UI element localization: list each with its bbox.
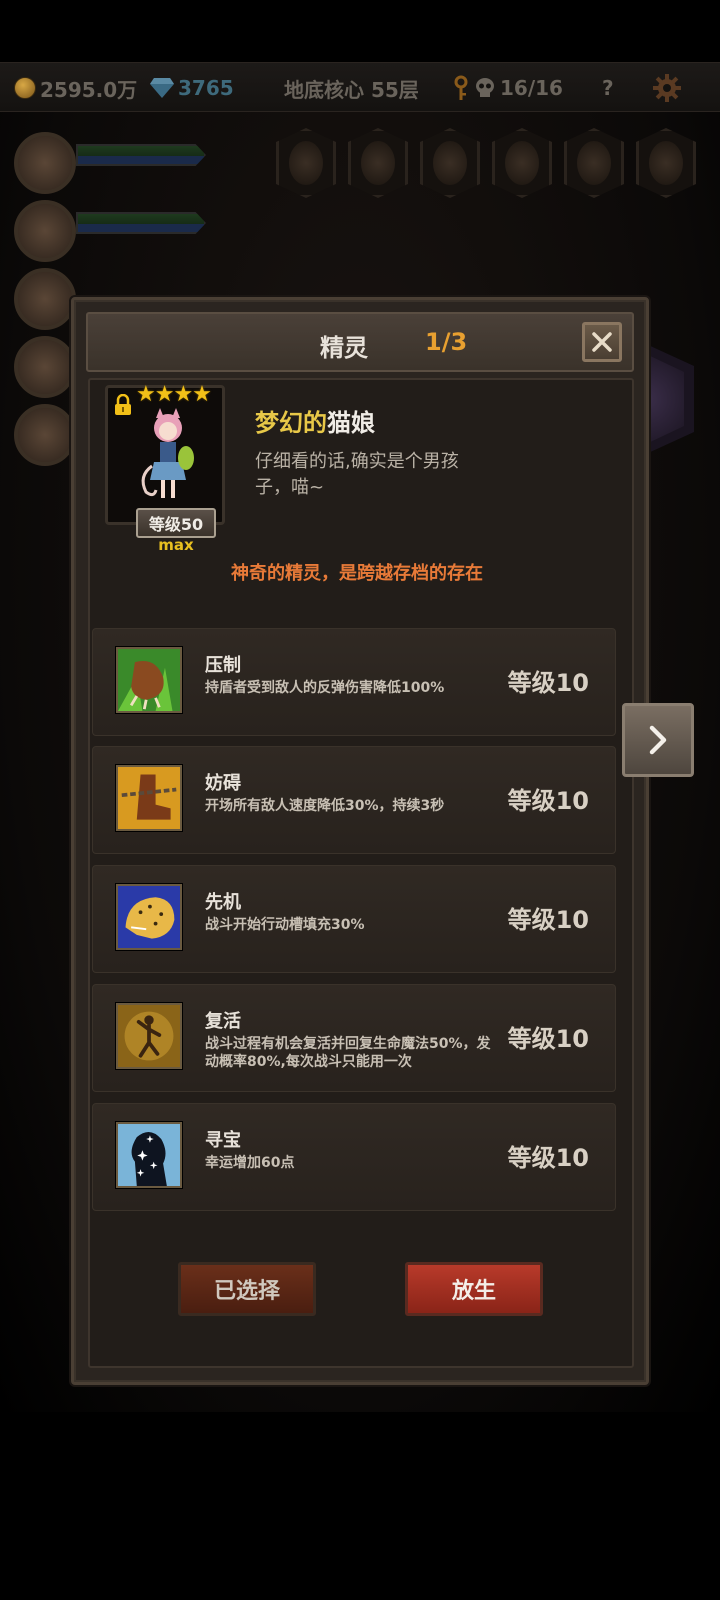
gold-value: 2595.0万 [40, 77, 138, 102]
selected-button[interactable]: 已选择 [178, 1262, 316, 1316]
gem-value: 3765 [178, 76, 234, 100]
chained-boot-icon [116, 765, 182, 831]
modal-header: 精灵 1/3 [86, 312, 634, 372]
skill-name: 压制 [205, 655, 241, 676]
pet-level-badge: 等级50 [136, 508, 216, 538]
pet-name-prefix: 梦幻的 [255, 409, 327, 437]
chevron-right-icon [649, 725, 667, 755]
coin-icon [14, 77, 36, 99]
skill-level: 等级10 [507, 1025, 589, 1053]
gold-counter: 2595.0万 [14, 63, 137, 113]
hero-1-health-bar [76, 144, 206, 166]
hero-portrait-3[interactable] [14, 268, 76, 330]
revive-figure-icon [116, 1003, 182, 1069]
sparkle-silhouette-icon [116, 1122, 182, 1188]
gem-counter: 3765 [150, 63, 234, 113]
pet-description: 仔细看的话,确实是个男孩子，喵~ [255, 451, 459, 498]
skill-name: 复活 [205, 1011, 241, 1032]
skill-row[interactable]: 寻宝 幸运增加60点 等级10 [92, 1103, 616, 1211]
floor-label: 地底核心 55层 [284, 77, 419, 102]
lock-icon[interactable] [114, 394, 132, 416]
help-button[interactable]: ? [602, 63, 614, 113]
skill-level: 等级10 [507, 1144, 589, 1172]
hero-portrait-1[interactable] [14, 132, 76, 194]
catgirl-pet-sprite [141, 408, 194, 498]
inventory-slot-3[interactable] [420, 128, 480, 198]
pet-name: 梦幻的猫娘 [255, 403, 375, 438]
close-icon [592, 332, 612, 352]
key-icon [454, 75, 468, 100]
claw-icon [116, 647, 182, 713]
inventory-slot-6[interactable] [636, 128, 696, 198]
pet-name-suffix: 猫娘 [327, 409, 375, 437]
skill-description: 开场所有敌人速度降低30%，持续3秒 [205, 798, 445, 814]
skill-row[interactable]: 先机 战斗开始行动槽填充30% 等级10 [92, 865, 616, 973]
skill-name: 先机 [205, 892, 241, 913]
skill-level: 等级10 [507, 906, 589, 934]
pet-portrait-frame[interactable]: ★★★★ 等级50 max [105, 382, 225, 554]
dungeon-progress: 16/16 [452, 63, 563, 113]
skill-level: 等级10 [507, 787, 589, 815]
skill-name: 寻宝 [205, 1130, 241, 1151]
modal-page-indicator: 1/3 [425, 328, 468, 356]
inventory-slot-4[interactable] [492, 128, 552, 198]
gear-icon [653, 74, 681, 102]
skill-description: 持盾者受到敌人的反弹伤害降低100% [205, 680, 445, 696]
hero-2-health-bar [76, 212, 206, 234]
skill-row[interactable]: 压制 持盾者受到敌人的反弹伤害降低100% 等级10 [92, 628, 616, 736]
dungeon-progress-value: 16/16 [500, 76, 563, 100]
inventory-slot-1[interactable] [276, 128, 336, 198]
skill-level: 等级10 [507, 669, 589, 697]
skill-row[interactable]: 妨碍 开场所有敌人速度降低30%，持续3秒 等级10 [92, 746, 616, 854]
settings-button[interactable] [652, 63, 682, 113]
hero-portrait-5[interactable] [14, 404, 76, 466]
skill-description: 幸运增加60点 [205, 1155, 295, 1171]
leopard-icon [116, 884, 182, 950]
rarity-stars: ★★★★ [136, 382, 212, 407]
diamond-icon [150, 78, 174, 98]
hero-portrait-4[interactable] [14, 336, 76, 398]
pet-tagline: 神奇的精灵，是跨越存档的存在 [231, 563, 483, 584]
pet-max-label: max [158, 536, 194, 554]
modal-title: 精灵 [320, 334, 368, 362]
inventory-slot-2[interactable] [348, 128, 408, 198]
skill-name: 妨碍 [205, 773, 241, 794]
skull-icon [476, 78, 494, 97]
skill-description: 战斗开始行动槽填充30% [205, 917, 365, 933]
inventory-slot-5[interactable] [564, 128, 624, 198]
hero-portrait-2[interactable] [14, 200, 76, 262]
skill-row[interactable]: 复活 战斗过程有机会复活并回复生命魔法50%，发动概率80%,每次战斗只能用一次… [92, 984, 616, 1092]
top-status-bar: 2595.0万 3765 地底核心 55层 16/16 ? [0, 62, 720, 112]
release-button[interactable]: 放生 [405, 1262, 543, 1316]
close-button[interactable] [582, 322, 622, 362]
next-page-button[interactable] [622, 703, 694, 777]
skill-description: 战斗过程有机会复活并回复生命魔法50%，发动概率80%,每次战斗只能用一次 [205, 1036, 491, 1070]
